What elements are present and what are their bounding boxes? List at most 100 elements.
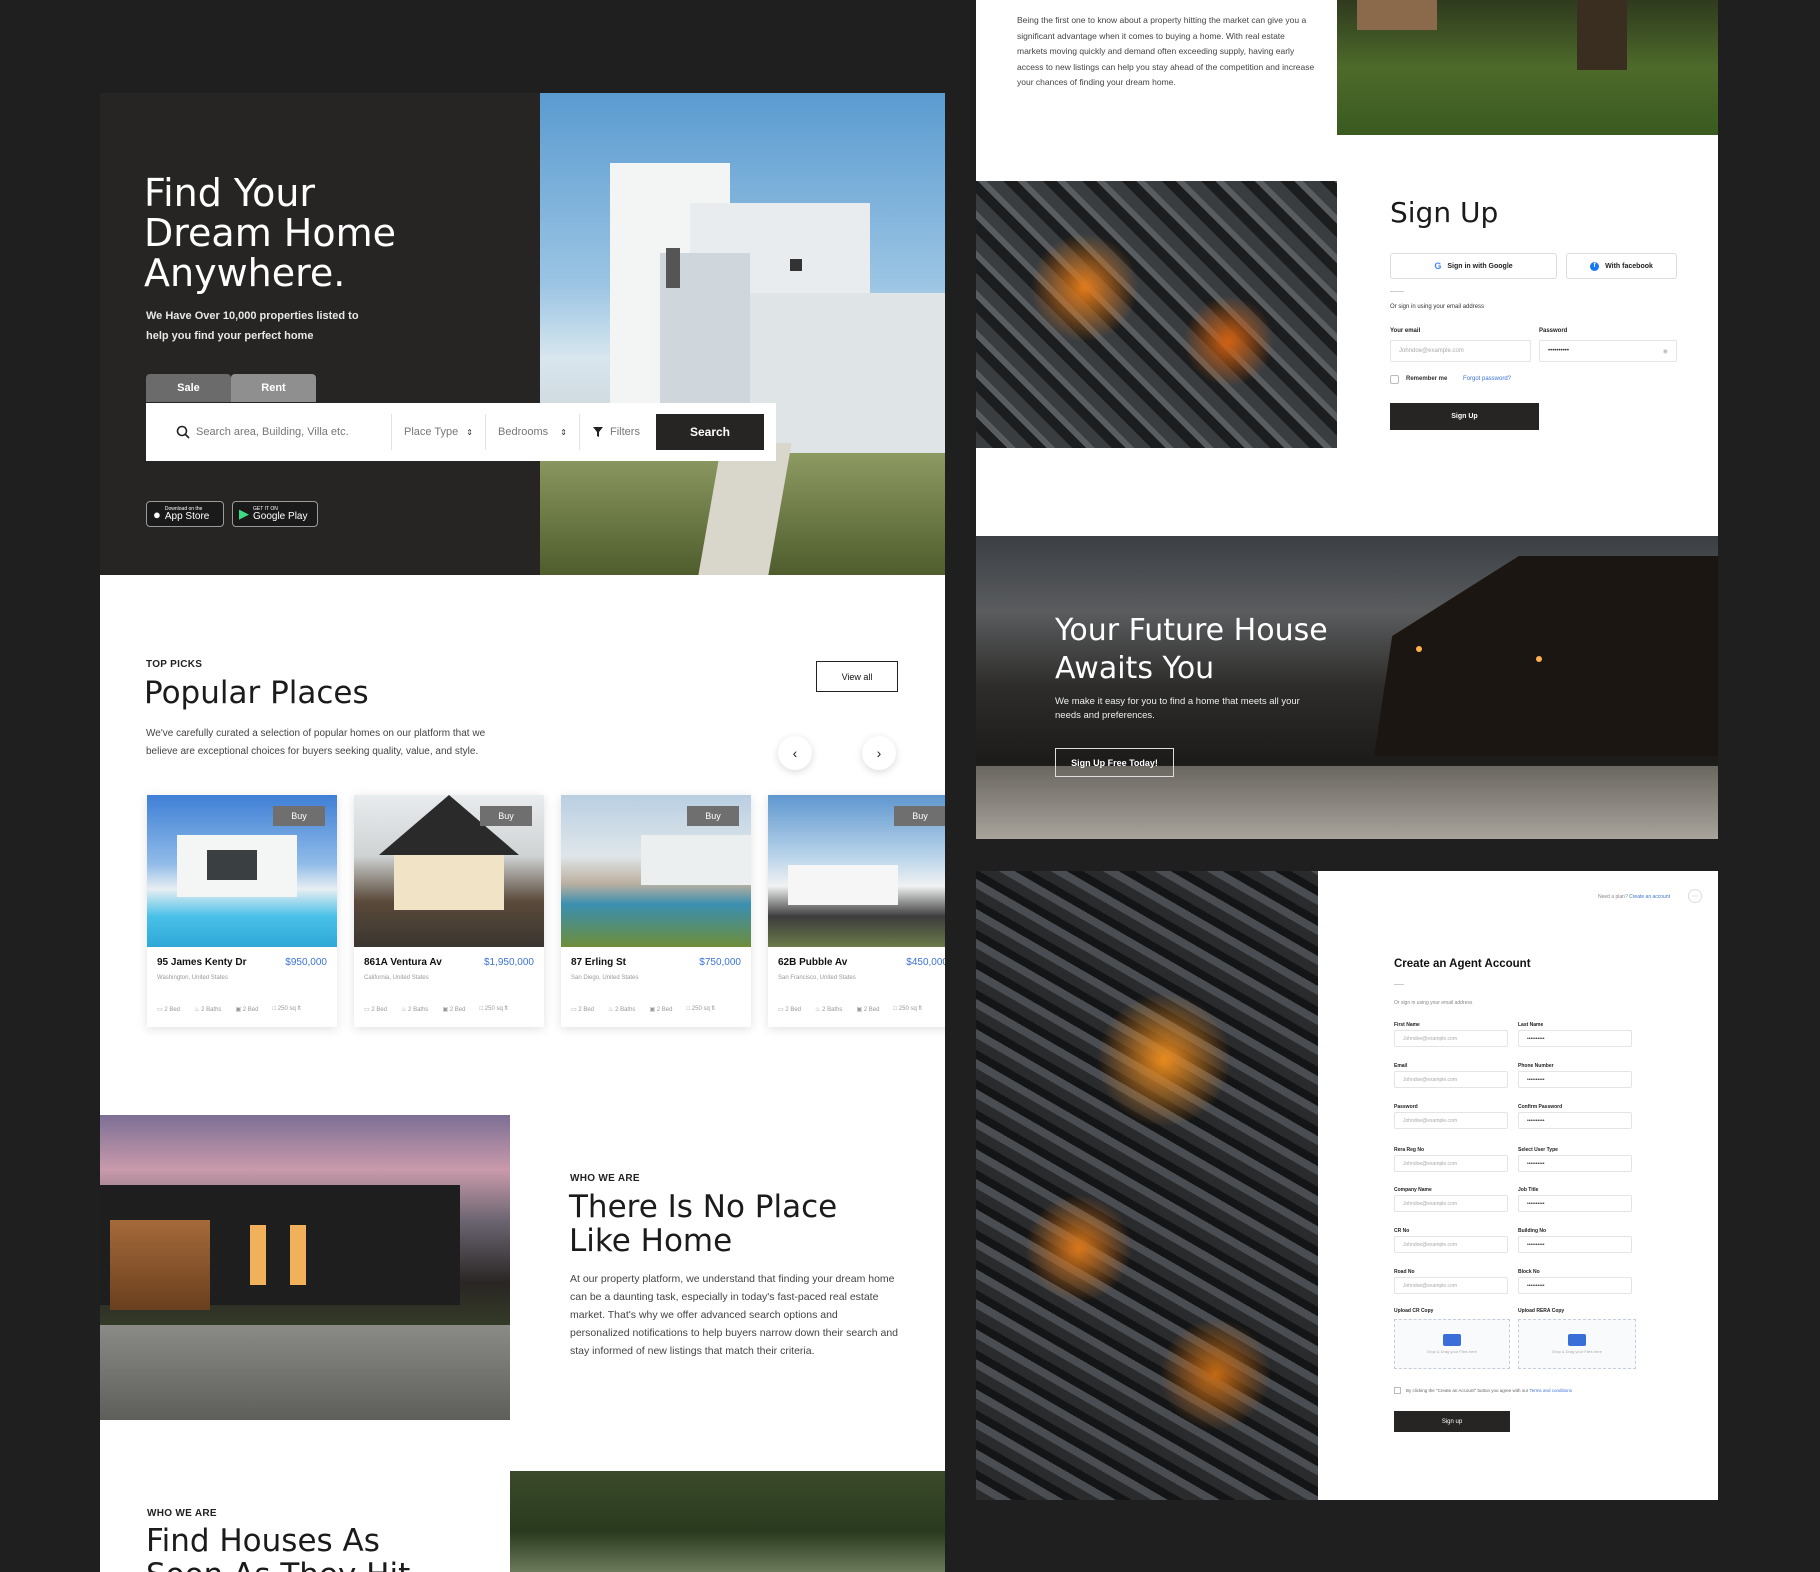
drop-text: Drop & Drag your Files here: [1552, 1349, 1602, 1354]
place-type-label: Place Type: [404, 426, 459, 438]
sort-arrows-icon: ⇕: [466, 427, 473, 437]
password-value: ••••••••••: [1548, 348, 1570, 354]
car-icon: ▣ 2 Bed: [856, 1007, 880, 1013]
property-features: ▭ 2 Bed ♨ 2 Baths ▣ 2 Bed □ 250 sq ft: [778, 1006, 922, 1013]
property-location: San Diego, United States: [571, 975, 639, 981]
password-label: Password: [1539, 328, 1568, 334]
area-icon: □ 250 sq ft: [479, 1006, 508, 1012]
baths-count: 2 Baths: [615, 1007, 636, 1013]
form-input[interactable]: Johndoe@example.com: [1394, 1195, 1508, 1212]
area-size: 250 sq ft: [277, 1006, 301, 1012]
terms-link[interactable]: Terms and conditions: [1529, 1388, 1572, 1393]
email-label: Your email: [1390, 328, 1421, 334]
search-button[interactable]: Search: [656, 414, 764, 450]
property-price: $950,000: [285, 957, 327, 968]
bed-icon: ▭ 2 Bed: [364, 1007, 388, 1013]
field-label: Block No: [1518, 1269, 1540, 1275]
field-label: Road No: [1394, 1269, 1415, 1275]
form-input[interactable]: ••••••••••: [1518, 1112, 1632, 1129]
divider: [1390, 291, 1404, 292]
google-signin-label: Sign in with Google: [1447, 262, 1513, 270]
place-type-select[interactable]: Place Type ⇕: [392, 414, 486, 450]
password-field[interactable]: •••••••••• ◉: [1539, 340, 1677, 362]
prev-button[interactable]: ‹: [778, 736, 812, 770]
google-signin-button[interactable]: G Sign in with Google: [1390, 253, 1557, 279]
search-input[interactable]: Search area, Building, Villa etc.: [196, 426, 349, 438]
signup-button[interactable]: Sign Up: [1390, 403, 1539, 430]
filters-button[interactable]: Filters: [580, 414, 652, 450]
property-price: $1,950,000: [483, 957, 534, 968]
who-title: There Is No Place Like Home: [569, 1189, 838, 1259]
field-label: Email: [1394, 1063, 1408, 1069]
status-badge: Buy: [687, 806, 739, 826]
beds-count: 2 Bed: [578, 1007, 595, 1013]
more-icon[interactable]: ⋯: [1688, 889, 1702, 903]
tab-sale[interactable]: Sale: [146, 374, 231, 402]
agent-form: Need a plan? Create an account ⋯ Create …: [1318, 871, 1718, 1500]
baths-count: 2 Baths: [408, 1007, 429, 1013]
next-button[interactable]: ›: [862, 736, 896, 770]
agent-title: Create an Agent Account: [1394, 958, 1531, 970]
form-input[interactable]: ••••••••••: [1518, 1195, 1632, 1212]
upload-rera-dropzone[interactable]: Drop & Drag your Files here: [1518, 1319, 1636, 1369]
view-all-button[interactable]: View all: [816, 661, 898, 692]
terms-checkbox[interactable]: [1394, 1387, 1401, 1394]
form-input[interactable]: Johndoe@example.com: [1394, 1155, 1508, 1172]
hero-subtitle: We Have Over 10,000 properties listed to…: [146, 310, 359, 342]
form-input[interactable]: ••••••••••: [1518, 1030, 1632, 1047]
who2-title: Find Houses As Soon As They Hit: [146, 1523, 410, 1572]
app-store-button[interactable]: ● Download on the App Store: [146, 501, 224, 527]
field-label: Job Title: [1518, 1187, 1539, 1193]
form-input[interactable]: Johndoe@example.com: [1394, 1112, 1508, 1129]
agent-signup-page: Need a plan? Create an account ⋯ Create …: [976, 871, 1718, 1500]
area-size: 250 sq ft: [484, 1006, 508, 1012]
early-access-text: Being the first one to know about a prop…: [1017, 15, 1315, 87]
form-input[interactable]: ••••••••••: [1518, 1277, 1632, 1294]
garage-count: 2 Bed: [449, 1007, 466, 1013]
property-card[interactable]: Buy 861A Ventura Av $1,950,000 Californi…: [354, 795, 544, 1027]
popular-eyebrow: TOP PICKS: [146, 659, 203, 670]
email-field[interactable]: Johndoe@example.com: [1390, 340, 1531, 362]
tab-rent[interactable]: Rent: [231, 374, 316, 402]
form-input[interactable]: Johndoe@example.com: [1394, 1071, 1508, 1088]
create-account-link[interactable]: Create an account: [1629, 894, 1670, 900]
beds-count: 2 Bed: [164, 1007, 181, 1013]
who-eyebrow: WHO WE ARE: [570, 1173, 640, 1184]
form-input[interactable]: Johndoe@example.com: [1394, 1277, 1508, 1294]
baths-count: 2 Baths: [201, 1007, 222, 1013]
form-input[interactable]: Johndoe@example.com: [1394, 1236, 1508, 1253]
filters-label: Filters: [610, 426, 640, 438]
remember-checkbox[interactable]: [1390, 375, 1399, 384]
search-bar: Search area, Building, Villa etc. Place …: [146, 403, 776, 461]
agent-or-email: Or sign in using your email address: [1394, 1000, 1473, 1006]
form-input[interactable]: ••••••••••: [1518, 1071, 1632, 1088]
city-night-image: [976, 871, 1318, 1500]
property-card[interactable]: Buy 87 Erling St $750,000 San Diego, Uni…: [561, 795, 751, 1027]
search-field[interactable]: Search area, Building, Villa etc.: [176, 414, 392, 450]
property-card[interactable]: Buy 95 James Kenty Dr $950,000 Washingto…: [147, 795, 337, 1027]
google-play-big: Google Play: [253, 511, 308, 522]
facebook-signin-button[interactable]: f With facebook: [1566, 253, 1677, 279]
or-email-text: Or sign in using your email address: [1390, 304, 1485, 310]
bath-icon: ♨ 2 Baths: [815, 1007, 843, 1013]
area-icon: □ 250 sq ft: [686, 1006, 715, 1012]
who-text: At our property platform, we understand …: [570, 1273, 899, 1357]
upload-cr-dropzone[interactable]: Drop & Drag your Files here: [1394, 1319, 1510, 1369]
form-input[interactable]: ••••••••••: [1518, 1155, 1632, 1172]
chevron-right-icon: ›: [876, 745, 882, 761]
bedrooms-select[interactable]: Bedrooms ⇕: [486, 414, 580, 450]
property-card[interactable]: Buy 62B Pubble Av $450,000 San Francisco…: [768, 795, 945, 1027]
bedrooms-label: Bedrooms: [498, 426, 549, 438]
who2-eyebrow: WHO WE ARE: [147, 1508, 217, 1519]
google-play-button[interactable]: ▶ GET IT ON Google Play: [232, 501, 318, 527]
bed-icon: ▭ 2 Bed: [778, 1007, 802, 1013]
form-input[interactable]: Johndoe@example.com: [1394, 1030, 1508, 1047]
forgot-password-link[interactable]: Forgot password?: [1463, 376, 1511, 382]
facebook-icon: f: [1590, 261, 1600, 271]
form-input[interactable]: ••••••••••: [1518, 1236, 1632, 1253]
agent-signup-button[interactable]: Sign up: [1394, 1411, 1510, 1432]
bath-icon: ♨ 2 Baths: [194, 1007, 222, 1013]
eye-icon[interactable]: ◉: [1663, 348, 1668, 355]
future-title: Your Future House Awaits You: [1055, 613, 1328, 686]
signup-free-button[interactable]: Sign Up Free Today!: [1055, 748, 1174, 777]
